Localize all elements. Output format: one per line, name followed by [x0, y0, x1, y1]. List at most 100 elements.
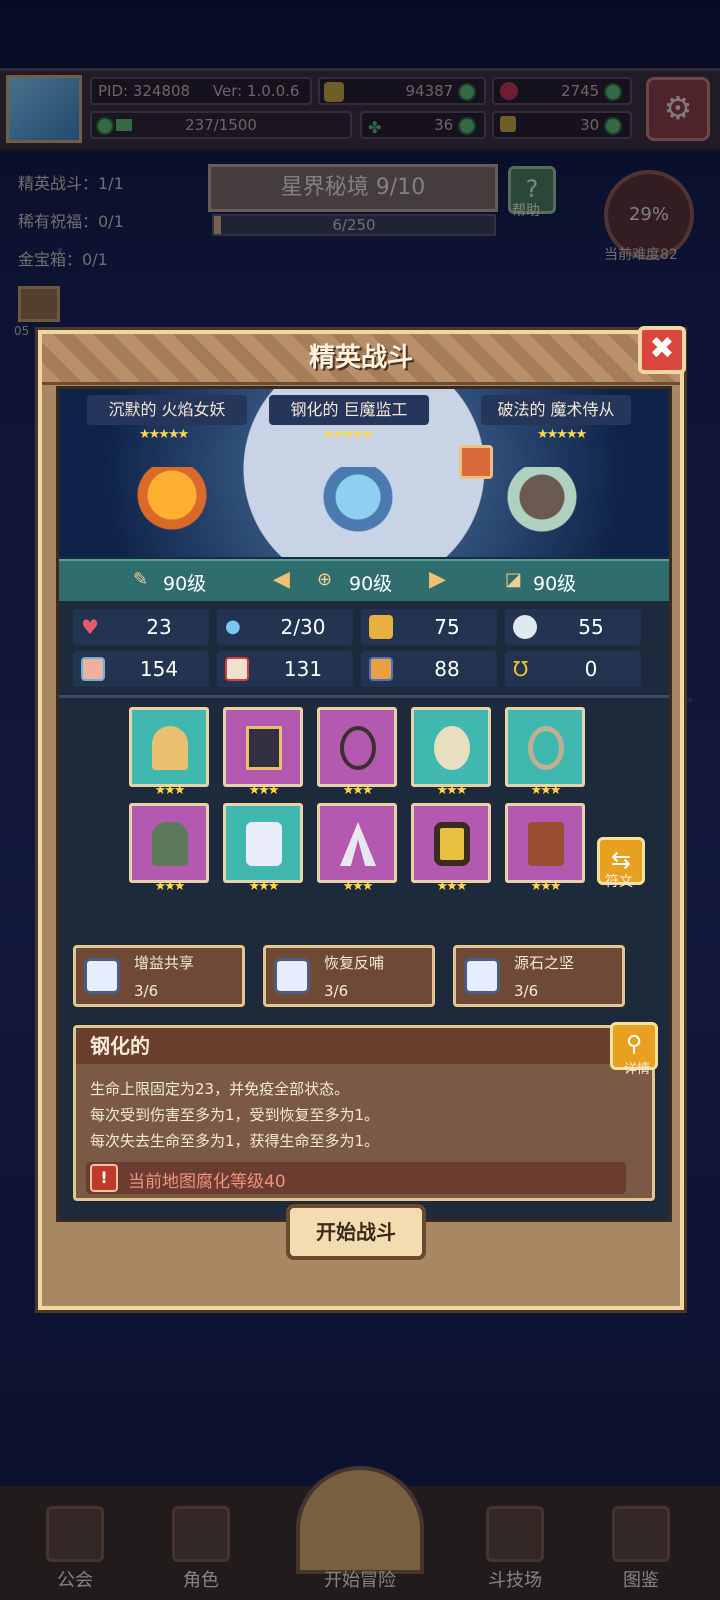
detail-label: 详情	[623, 1062, 650, 1077]
enemy-level-1: 90级	[163, 573, 207, 595]
stat-mana: ● 2/30	[217, 609, 353, 645]
equip-amulet[interactable]: ★★★	[317, 707, 397, 798]
modifier-title: 钢化的	[76, 1028, 652, 1064]
desc-line-3: 每次失去生命至多为1，获得生命至多为1。	[90, 1132, 380, 1150]
enemy-level-icon-1: ✎	[133, 569, 149, 590]
equip-boots[interactable]: ★★★	[505, 803, 585, 894]
blessing-count: 3/6	[514, 982, 539, 1000]
stat-speed-value: 55	[578, 615, 604, 639]
cross-shield-icon	[246, 726, 282, 770]
shield-badge-icon	[464, 958, 500, 994]
dialog-body: 沉默的 火焰女妖 钢化的 巨魔监工 破法的 魔术侍从 ★★★★★ ★★★★★ ★…	[56, 386, 672, 1222]
equip-stars: ★★★	[154, 783, 186, 798]
water-drop-icon: ●	[225, 616, 241, 637]
equip-stars: ★★★	[342, 783, 374, 798]
equip-stars: ★★★	[530, 783, 562, 798]
blessing-name: 恢复反哺	[324, 954, 385, 972]
corruption-warning: ! 当前地图腐化等级40	[86, 1162, 626, 1194]
fire-banshee-sprite[interactable]	[137, 467, 207, 547]
chestplate-icon	[246, 822, 282, 866]
buff-indicator-icon[interactable]	[459, 445, 493, 479]
desc-line-1: 生命上限固定为23，并免疫全部状态。	[90, 1080, 350, 1098]
magic-attendant-sprite[interactable]	[507, 467, 577, 547]
enemy-stars-1: ★★★★★	[139, 427, 189, 442]
blessing-count: 3/6	[134, 982, 159, 1000]
stat-magic-value: 131	[283, 657, 323, 681]
heart-badge-icon	[274, 958, 310, 994]
stat-attack: 154	[73, 651, 209, 687]
enemy-level-3: 90级	[533, 573, 577, 595]
helmet-icon	[152, 822, 188, 866]
equip-scepter[interactable]: ★★★	[129, 707, 209, 798]
stat-magic: 131	[217, 651, 353, 687]
blessing-name: 源石之坚	[514, 954, 575, 972]
equip-stars: ★★★	[342, 879, 374, 894]
stat-luck: Ʊ0	[505, 651, 641, 687]
stat-defense: 75	[361, 609, 497, 645]
start-battle-button[interactable]: 开始战斗	[286, 1204, 426, 1260]
blessing-count: 3/6	[324, 982, 349, 1000]
equip-stars: ★★★	[436, 783, 468, 798]
equip-stars: ★★★	[154, 879, 186, 894]
desc-line-2: 每次受到伤害至多为1，受到恢复至多为1。	[90, 1106, 380, 1124]
equip-stars: ★★★	[436, 879, 468, 894]
enemy-name-3: 破法的 魔术侍从	[481, 395, 631, 425]
fist-icon	[81, 657, 105, 681]
troll-overseer-sprite[interactable]	[323, 467, 393, 547]
spellbook-icon	[225, 657, 249, 681]
enemy-stars-3: ★★★★★	[537, 427, 587, 442]
stat-defense-value: 75	[434, 615, 460, 639]
heart-badge-icon	[84, 958, 120, 994]
corruption-warning-text: 当前地图腐化等级40	[128, 1172, 286, 1192]
armor-icon	[369, 657, 393, 681]
equip-stars: ★★★	[248, 783, 280, 798]
enemy-level-2: 90级	[349, 573, 393, 595]
close-button[interactable]: ✖	[638, 326, 686, 374]
stat-resist-value: 88	[434, 657, 460, 681]
stat-attack-value: 154	[139, 657, 179, 681]
gauntlet-icon	[340, 822, 376, 866]
ring-icon	[528, 726, 564, 770]
stat-resist: 88	[361, 651, 497, 687]
equip-gauntlet[interactable]: ★★★	[317, 803, 397, 894]
equip-shield[interactable]: ★★★	[223, 707, 303, 798]
amulet-icon	[340, 726, 376, 770]
scepter-icon	[152, 726, 188, 770]
stat-luck-value: 0	[584, 657, 598, 681]
rune-label: 符文	[605, 874, 633, 890]
enemy-name-1: 沉默的 火焰女妖	[87, 395, 247, 425]
enemy-level-icon-3: ◪	[505, 569, 523, 590]
stat-health: ♥ 23	[73, 609, 209, 645]
section-divider	[59, 695, 669, 698]
enemy-scene: 沉默的 火焰女妖 钢化的 巨魔监工 破法的 魔术侍从 ★★★★★ ★★★★★ ★…	[59, 389, 669, 557]
stat-health-value: 23	[146, 615, 172, 639]
belt-icon	[434, 822, 470, 866]
equip-ring[interactable]: ★★★	[505, 707, 585, 798]
boots-icon	[528, 822, 564, 866]
enemy-level-bar: ✎ 90级 ◀ ⊕ 90级 ▶ ◪ 90级	[59, 559, 669, 601]
heart-icon: ♥	[81, 615, 99, 639]
equip-stars: ★★★	[530, 879, 562, 894]
enemy-stars-2: ★★★★★	[323, 427, 373, 442]
modifier-description: 钢化的 ⚲ 详情 生命上限固定为23，并免疫全部状态。 每次受到伤害至多为1，受…	[73, 1022, 658, 1201]
blessing-stone-fortitude[interactable]: 源石之坚 3/6	[453, 945, 625, 1007]
enemy-name-2: 钢化的 巨魔监工	[269, 395, 429, 425]
equip-helmet[interactable]: ★★★	[129, 803, 209, 894]
blessing-name: 增益共享	[134, 954, 195, 972]
elite-battle-dialog: 精英战斗 ✖ 沉默的 火焰女妖 钢化的 巨魔监工 破法的 魔术侍从 ★★★★★ …	[35, 326, 687, 1313]
equip-orb[interactable]: ★★★	[411, 707, 491, 798]
orb-icon	[434, 726, 470, 770]
wing-icon	[513, 615, 537, 639]
blessing-recovery-feedback[interactable]: 恢复反哺 3/6	[263, 945, 435, 1007]
equip-stars: ★★★	[248, 879, 280, 894]
equip-belt[interactable]: ★★★	[411, 803, 491, 894]
exclamation-icon: !	[90, 1164, 118, 1192]
dialog-title: 精英战斗	[42, 334, 680, 385]
stat-mana-value: 2/30	[280, 615, 326, 639]
blessing-buff-share[interactable]: 增益共享 3/6	[73, 945, 245, 1007]
selected-left-chevron-icon[interactable]: ◀	[273, 567, 290, 592]
equip-chestplate[interactable]: ★★★	[223, 803, 303, 894]
enemy-level-icon-2: ⊕	[317, 569, 333, 590]
selected-right-chevron-icon[interactable]: ▶	[429, 567, 446, 592]
stat-speed: 55	[505, 609, 641, 645]
